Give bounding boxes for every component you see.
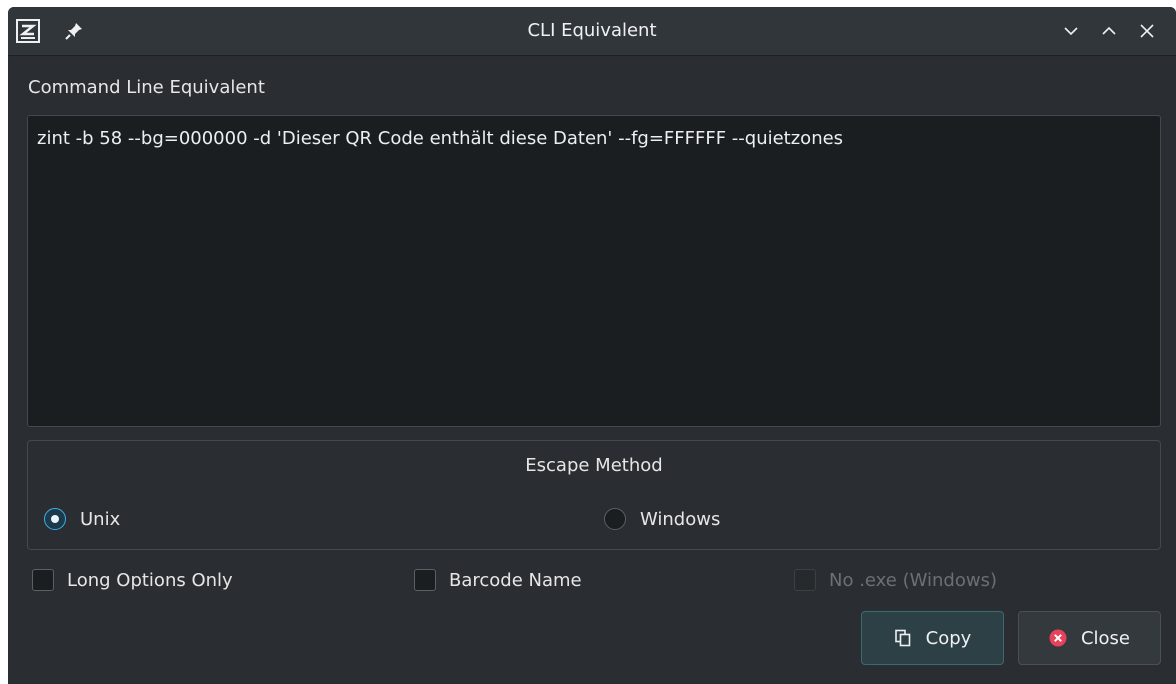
command-text-area[interactable]: zint -b 58 --bg=000000 -d 'Dieser QR Cod… xyxy=(27,115,1161,427)
checkbox-no-exe-windows-box xyxy=(794,569,816,591)
escape-method-title: Escape Method xyxy=(525,455,663,476)
checkbox-barcode-name[interactable]: Barcode Name xyxy=(414,567,582,593)
minimize-icon[interactable] xyxy=(1060,20,1082,42)
close-circle-icon xyxy=(1049,629,1067,647)
close-icon[interactable] xyxy=(1136,20,1158,42)
command-line-label: Command Line Equivalent xyxy=(28,77,265,98)
checkbox-long-options-only-label: Long Options Only xyxy=(67,569,233,591)
checkbox-long-options-only[interactable]: Long Options Only xyxy=(32,567,233,593)
command-text[interactable]: zint -b 58 --bg=000000 -d 'Dieser QR Cod… xyxy=(37,128,843,149)
checkbox-barcode-name-box[interactable] xyxy=(414,569,436,591)
checkbox-no-exe-windows-label: No .exe (Windows) xyxy=(829,569,997,591)
checkbox-long-options-only-box[interactable] xyxy=(32,569,54,591)
radio-windows-label: Windows xyxy=(640,508,721,530)
checkbox-barcode-name-label: Barcode Name xyxy=(449,569,582,591)
radio-unix-label: Unix xyxy=(80,508,121,530)
title-bar: CLI Equivalent xyxy=(8,7,1176,56)
window-title: CLI Equivalent xyxy=(527,20,657,41)
radio-unix-indicator[interactable] xyxy=(44,508,66,530)
radio-windows-indicator[interactable] xyxy=(604,508,626,530)
copy-button[interactable]: Copy xyxy=(861,611,1004,665)
radio-unix[interactable]: Unix xyxy=(44,506,120,532)
copy-icon xyxy=(894,629,910,647)
maximize-icon[interactable] xyxy=(1098,20,1120,42)
copy-button-label: Copy xyxy=(925,627,972,649)
checkbox-no-exe-windows: No .exe (Windows) xyxy=(794,567,997,593)
cli-equivalent-dialog: CLI Equivalent Command Line Equivalent z… xyxy=(8,7,1176,684)
escape-method-group: Escape Method Unix Windows xyxy=(27,440,1161,550)
radio-windows[interactable]: Windows xyxy=(604,506,720,532)
close-button[interactable]: Close xyxy=(1018,611,1161,665)
close-button-label: Close xyxy=(1080,627,1131,649)
radio-selected-dot xyxy=(51,515,59,523)
